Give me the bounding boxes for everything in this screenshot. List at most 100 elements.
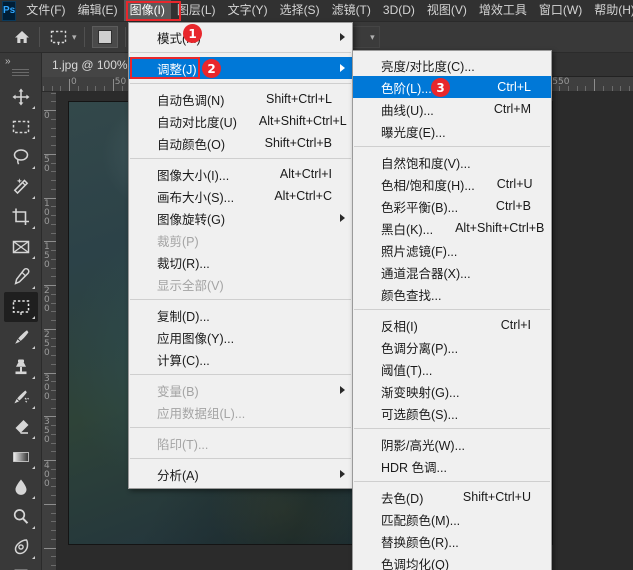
menu-item-shortcut: Alt+Ctrl+C (274, 189, 332, 203)
menu-item[interactable]: 阴影/高光(W)... (353, 433, 551, 455)
menu-item[interactable]: 色阶(L)... Ctrl+L (353, 76, 551, 98)
menu-item-label: 色阶(L)... (381, 81, 432, 96)
menu-item-label: 应用图像(Y)... (157, 331, 235, 346)
gradient-tool[interactable] (4, 442, 38, 472)
menu-item[interactable]: HDR 色调... (353, 455, 551, 477)
menubar-item-10[interactable]: 窗口(W) (533, 0, 588, 21)
menubar-item-4[interactable]: 文字(Y) (222, 0, 274, 21)
vertical-ruler[interactable]: 0 50 100 150 200 250 300 350 400 (42, 92, 57, 570)
menubar-item-5[interactable]: 选择(S) (274, 0, 326, 21)
menubar-item-9[interactable]: 增效工具 (473, 0, 533, 21)
menu-item[interactable]: 匹配颜色(M)... (353, 508, 551, 530)
menu-item[interactable]: 色调均化(Q) (353, 552, 551, 570)
menu-item[interactable]: 自动色调(N) Shift+Ctrl+L (129, 88, 352, 110)
menu-item-label: 照片滤镜(F)... (381, 244, 458, 259)
crop-tool[interactable] (4, 202, 38, 232)
menu-item[interactable]: 黑白(K)... Alt+Shift+Ctrl+B (353, 217, 551, 239)
ruler-tick (51, 188, 56, 190)
chevron-down-icon: ▾ (370, 31, 375, 42)
patch-tool-icon (47, 26, 69, 48)
brush-tool[interactable] (4, 322, 38, 352)
submenu-arrow-icon (340, 64, 345, 72)
menubar-item-3[interactable]: 图层(L) (171, 0, 222, 21)
menu-item-label: 陷印(T)... (157, 437, 209, 452)
menu-item[interactable]: 阈值(T)... (353, 358, 551, 380)
tool-more-corner-icon (31, 106, 35, 109)
options-divider-3 (124, 27, 126, 47)
lasso-tool[interactable] (4, 142, 38, 172)
menu-item-label: 亮度/对比度(C)... (381, 59, 475, 74)
menu-item[interactable]: 应用图像(Y)... (129, 326, 352, 348)
ruler-tick (602, 86, 604, 91)
menu-item[interactable]: 曲线(U)... Ctrl+M (353, 98, 551, 120)
menu-item[interactable]: 照片滤镜(F)... (353, 239, 551, 261)
menu-item[interactable]: 调整(J) (129, 57, 352, 79)
menu-item[interactable]: 曝光度(E)... (353, 120, 551, 142)
menu-item[interactable]: 图像大小(I)... Alt+Ctrl+I (129, 163, 352, 185)
chevron-down-icon: ▾ (72, 31, 77, 42)
menu-item[interactable]: 通道混合器(X)... (353, 261, 551, 283)
menubar-item-6[interactable]: 滤镜(T) (326, 0, 377, 21)
eraser-tool[interactable] (4, 412, 38, 442)
menu-item[interactable]: 色彩平衡(B)... Ctrl+B (353, 195, 551, 217)
ruler-label: 150 (44, 242, 50, 271)
menubar-item-7[interactable]: 3D(D) (377, 0, 421, 21)
menu-item[interactable]: 自然饱和度(V)... (353, 151, 551, 173)
menubar-item-11[interactable]: 帮助(H) (588, 0, 633, 21)
eyedropper-tool[interactable] (4, 262, 38, 292)
menu-item[interactable]: 去色(D) Shift+Ctrl+U (353, 486, 551, 508)
menu-item[interactable]: 自动对比度(U) Alt+Shift+Ctrl+L (129, 110, 352, 132)
menubar-item-0[interactable]: 文件(F) (20, 0, 71, 21)
menu-item[interactable]: 裁切(R)... (129, 251, 352, 273)
menu-item[interactable]: 渐变映射(G)... (353, 380, 551, 402)
menu-item[interactable]: 自动颜色(O) Shift+Ctrl+B (129, 132, 352, 154)
menu-item[interactable]: 替换颜色(R)... (353, 530, 551, 552)
menu-item[interactable]: 计算(C)... (129, 348, 352, 370)
menu-item-label: 变量(B) (157, 384, 199, 399)
ruler-tick (51, 363, 56, 365)
menubar-item-2[interactable]: 图像(I) (123, 0, 171, 21)
image-menu-dropdown[interactable]: 模式(M) 调整(J) 自动色调(N) Shift+Ctrl+L 自动对比度(U) Alt… (128, 22, 353, 489)
menu-item-label: 自动色调(N) (157, 93, 225, 108)
rectangular-marquee-tool[interactable] (4, 112, 38, 142)
dodge-tool[interactable] (4, 502, 38, 532)
document-tab[interactable]: 1.jpg @ 100% (42, 53, 139, 77)
menu-item[interactable]: 反相(I) Ctrl+I (353, 314, 551, 336)
menu-item-label: HDR 色调... (381, 460, 447, 475)
pen-tool[interactable] (4, 532, 38, 562)
ruler-tick (51, 232, 56, 234)
menu-item[interactable]: 可选颜色(S)... (353, 402, 551, 424)
menu-item[interactable]: 复制(D)... (129, 304, 352, 326)
menu-item[interactable]: 色相/饱和度(H)... Ctrl+U (353, 173, 551, 195)
ruler-tick (51, 101, 56, 103)
menu-item-shortcut: Alt+Shift+Ctrl+L (258, 114, 347, 128)
ruler-tick (51, 407, 56, 409)
menu-item[interactable]: 模式(M) (129, 26, 352, 48)
blur-tool[interactable] (4, 472, 38, 502)
move-tool[interactable] (4, 82, 38, 112)
frame-tool[interactable] (4, 232, 38, 262)
tool-swatch-button[interactable] (91, 26, 118, 48)
menu-item[interactable]: 亮度/对比度(C)... (353, 54, 551, 76)
clone-stamp-tool[interactable] (4, 352, 38, 382)
home-icon[interactable] (12, 27, 32, 47)
menu-item[interactable]: 分析(A) (129, 463, 352, 485)
menu-item[interactable]: 画布大小(S)... Alt+Ctrl+C (129, 185, 352, 207)
magic-wand-tool[interactable] (4, 172, 38, 202)
type-tool[interactable] (4, 562, 38, 570)
patch-tool[interactable] (3, 292, 38, 322)
ruler-tick (69, 79, 70, 91)
tool-more-corner-icon (31, 316, 35, 319)
toolbar-drag-grip[interactable] (12, 69, 29, 78)
adjustments-submenu[interactable]: 亮度/对比度(C)... 色阶(L)... Ctrl+L 曲线(U)... Ctrl+M… (352, 50, 552, 570)
tools-panel: » (0, 53, 42, 570)
toolbar-expand-button[interactable]: » (0, 53, 41, 69)
ruler-tick (95, 86, 97, 91)
menu-item[interactable]: 颜色查找... (353, 283, 551, 305)
history-brush-tool[interactable] (4, 382, 38, 412)
menu-item[interactable]: 色调分离(P)... (353, 336, 551, 358)
tool-preset-picker[interactable]: ▾ (47, 26, 77, 48)
menu-item[interactable]: 图像旋转(G) (129, 207, 352, 229)
menubar-item-8[interactable]: 视图(V) (421, 0, 473, 21)
menubar-item-1[interactable]: 编辑(E) (72, 0, 124, 21)
